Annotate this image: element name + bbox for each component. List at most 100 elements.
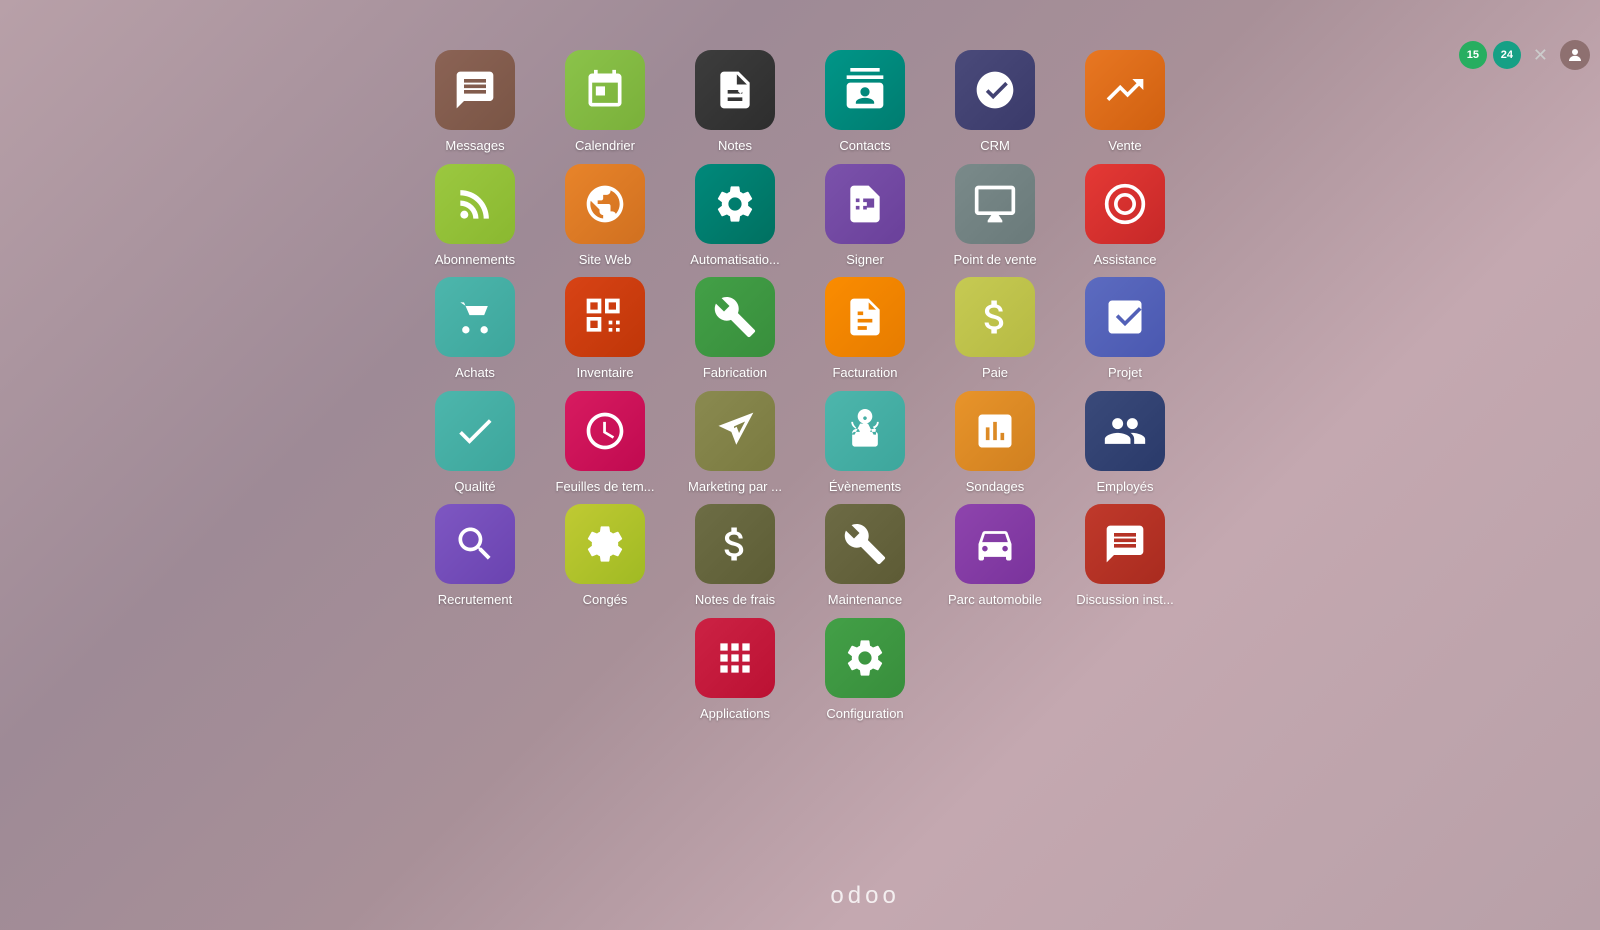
app-item-messages[interactable]: Messages [420, 50, 530, 154]
app-icon-recrutement [435, 504, 515, 584]
app-icon-abonnements [435, 164, 515, 244]
app-label-sondages: Sondages [966, 479, 1025, 495]
app-item-facturation[interactable]: Facturation [810, 277, 920, 381]
app-icon-applications [695, 618, 775, 698]
app-item-calendrier[interactable]: Calendrier [550, 50, 660, 154]
app-item-assistance[interactable]: Assistance [1070, 164, 1180, 268]
app-label-abonnements: Abonnements [435, 252, 515, 268]
app-icon-messages [435, 50, 515, 130]
app-label-evenements: Évènements [829, 479, 901, 495]
app-item-conges[interactable]: Congés [550, 504, 660, 608]
app-icon-achats [435, 277, 515, 357]
app-label-facturation: Facturation [832, 365, 897, 381]
app-icon-notes-de-frais [695, 504, 775, 584]
app-item-applications[interactable]: Applications [680, 618, 790, 722]
app-label-discussion: Discussion inst... [1076, 592, 1174, 608]
app-icon-maintenance [825, 504, 905, 584]
app-item-employes[interactable]: Employés [1070, 391, 1180, 495]
app-item-configuration[interactable]: Configuration [810, 618, 920, 722]
app-item-notes-de-frais[interactable]: Notes de frais [680, 504, 790, 608]
app-item-achats[interactable]: Achats [420, 277, 530, 381]
notification-badge-2[interactable]: 24 [1493, 41, 1521, 69]
app-label-crm: CRM [980, 138, 1010, 154]
app-item-paie[interactable]: Paie [940, 277, 1050, 381]
app-icon-inventaire [565, 277, 645, 357]
app-item-marketing[interactable]: Marketing par ... [680, 391, 790, 495]
app-icon-parc-automobile [955, 504, 1035, 584]
app-item-fabrication[interactable]: Fabrication [680, 277, 790, 381]
app-item-abonnements[interactable]: Abonnements [420, 164, 530, 268]
app-icon-fabrication [695, 277, 775, 357]
app-label-marketing: Marketing par ... [688, 479, 782, 495]
app-icon-sondages [955, 391, 1035, 471]
notification-badge-1[interactable]: 15 [1459, 41, 1487, 69]
app-icon-marketing [695, 391, 775, 471]
app-label-assistance: Assistance [1094, 252, 1157, 268]
app-icon-crm [955, 50, 1035, 130]
app-label-messages: Messages [445, 138, 504, 154]
app-item-crm[interactable]: CRM [940, 50, 1050, 154]
app-label-notes-de-frais: Notes de frais [695, 592, 775, 608]
app-label-vente: Vente [1108, 138, 1141, 154]
app-row-5: Applications Configuration [680, 618, 920, 722]
app-icon-calendrier [565, 50, 645, 130]
app-icon-employes [1085, 391, 1165, 471]
app-row-2: Achats Inventaire Fabrication Facturation Pa… [420, 277, 1180, 381]
app-label-notes: Notes [718, 138, 752, 154]
app-row-3: Qualité Feuilles de tem... Marketing par .… [420, 391, 1180, 495]
app-label-signer: Signer [846, 252, 884, 268]
app-icon-conges [565, 504, 645, 584]
app-icon-facturation [825, 277, 905, 357]
app-item-notes[interactable]: Notes [680, 50, 790, 154]
app-label-site-web: Site Web [579, 252, 632, 268]
app-item-inventaire[interactable]: Inventaire [550, 277, 660, 381]
app-icon-assistance [1085, 164, 1165, 244]
app-item-evenements[interactable]: Évènements [810, 391, 920, 495]
app-label-inventaire: Inventaire [576, 365, 633, 381]
app-icon-qualite [435, 391, 515, 471]
app-item-contacts[interactable]: Contacts [810, 50, 920, 154]
app-label-maintenance: Maintenance [828, 592, 902, 608]
app-icon-paie [955, 277, 1035, 357]
app-label-applications: Applications [700, 706, 770, 722]
app-icon-point-de-vente [955, 164, 1035, 244]
app-icon-notes [695, 50, 775, 130]
app-item-sondages[interactable]: Sondages [940, 391, 1050, 495]
close-button[interactable]: ✕ [1527, 43, 1554, 68]
app-item-projet[interactable]: Projet [1070, 277, 1180, 381]
app-label-point-de-vente: Point de vente [953, 252, 1036, 268]
app-icon-projet [1085, 277, 1165, 357]
app-icon-feuilles-de-temps [565, 391, 645, 471]
app-item-recrutement[interactable]: Recrutement [420, 504, 530, 608]
app-label-paie: Paie [982, 365, 1008, 381]
app-icon-configuration [825, 618, 905, 698]
app-item-qualite[interactable]: Qualité [420, 391, 530, 495]
app-icon-automatisation [695, 164, 775, 244]
app-item-feuilles-de-temps[interactable]: Feuilles de tem... [550, 391, 660, 495]
app-item-automatisation[interactable]: Automatisatio... [680, 164, 790, 268]
app-icon-evenements [825, 391, 905, 471]
app-label-contacts: Contacts [839, 138, 890, 154]
app-item-vente[interactable]: Vente [1070, 50, 1180, 154]
app-label-automatisation: Automatisatio... [690, 252, 780, 268]
app-item-point-de-vente[interactable]: Point de vente [940, 164, 1050, 268]
app-label-conges: Congés [583, 592, 628, 608]
odoo-logo: odoo [700, 869, 900, 910]
app-label-feuilles-de-temps: Feuilles de tem... [556, 479, 655, 495]
app-item-maintenance[interactable]: Maintenance [810, 504, 920, 608]
app-row-4: Recrutement Congés Notes de frais Maintenan… [420, 504, 1180, 608]
app-item-signer[interactable]: Signer [810, 164, 920, 268]
top-controls: 15 24 ✕ [1459, 40, 1590, 70]
app-row-1: Abonnements Site Web Automatisatio... Signe… [420, 164, 1180, 268]
app-label-achats: Achats [455, 365, 495, 381]
app-label-qualite: Qualité [454, 479, 495, 495]
app-row-0: Messages Calendrier Notes Contacts CRM Vente [420, 50, 1180, 154]
app-item-site-web[interactable]: Site Web [550, 164, 660, 268]
app-label-projet: Projet [1108, 365, 1142, 381]
app-label-configuration: Configuration [826, 706, 903, 722]
app-icon-signer [825, 164, 905, 244]
user-avatar[interactable] [1560, 40, 1590, 70]
app-item-parc-automobile[interactable]: Parc automobile [940, 504, 1050, 608]
app-item-discussion[interactable]: Discussion inst... [1070, 504, 1180, 608]
app-icon-site-web [565, 164, 645, 244]
